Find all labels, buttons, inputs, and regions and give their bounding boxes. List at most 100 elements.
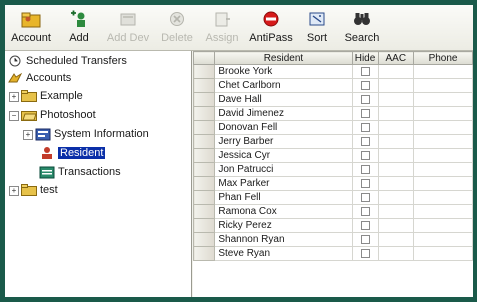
expand-system-information-toggle[interactable]: + <box>23 130 33 140</box>
aac-cell[interactable] <box>377 162 415 177</box>
table-row[interactable]: Jessica Cyr <box>193 148 473 163</box>
phone-cell[interactable] <box>413 120 473 135</box>
hide-checkbox[interactable] <box>360 192 370 202</box>
resident-cell[interactable]: Max Parker <box>214 176 353 191</box>
row-header[interactable] <box>193 232 216 247</box>
table-row[interactable]: Donovan Fell <box>193 120 473 135</box>
hide-checkbox[interactable] <box>360 80 370 90</box>
tree-item-transactions[interactable]: Transactions <box>39 164 121 180</box>
phone-cell[interactable] <box>413 134 473 149</box>
row-header[interactable] <box>193 176 216 191</box>
aac-cell[interactable] <box>377 78 415 93</box>
table-row[interactable]: Steve Ryan <box>193 246 473 261</box>
tree-item-resident[interactable]: Resident <box>39 145 106 161</box>
aac-cell[interactable] <box>377 246 415 261</box>
row-header[interactable] <box>193 64 216 79</box>
row-header[interactable] <box>193 120 216 135</box>
resident-cell[interactable]: Ramona Cox <box>214 204 353 219</box>
table-row[interactable]: Jon Patrucci <box>193 162 473 177</box>
table-row[interactable]: David Jimenez <box>193 106 473 121</box>
hide-cell[interactable] <box>351 246 379 261</box>
resident-cell[interactable]: David Jimenez <box>214 106 353 121</box>
hide-cell[interactable] <box>351 176 379 191</box>
hide-checkbox[interactable] <box>360 206 370 216</box>
table-row[interactable]: Dave Hall <box>193 92 473 107</box>
phone-cell[interactable] <box>413 246 473 261</box>
row-header[interactable] <box>193 218 216 233</box>
add-button[interactable]: Add <box>57 5 101 50</box>
hide-cell[interactable] <box>351 148 379 163</box>
hide-checkbox[interactable] <box>360 248 370 258</box>
phone-cell[interactable] <box>413 232 473 247</box>
antipass-button[interactable]: AntiPass <box>245 5 297 50</box>
hide-cell[interactable] <box>351 190 379 205</box>
assign-button[interactable]: Assign <box>199 5 245 50</box>
search-button[interactable]: Search <box>337 5 387 50</box>
aac-cell[interactable] <box>377 120 415 135</box>
hide-checkbox[interactable] <box>360 220 370 230</box>
hide-cell[interactable] <box>351 120 379 135</box>
delete-button[interactable]: Delete <box>155 5 199 50</box>
expand-test-toggle[interactable]: + <box>9 186 19 196</box>
hide-cell[interactable] <box>351 134 379 149</box>
hide-checkbox[interactable] <box>360 234 370 244</box>
phone-cell[interactable] <box>413 92 473 107</box>
table-row[interactable]: Brooke York <box>193 64 473 79</box>
phone-cell[interactable] <box>413 162 473 177</box>
resident-cell[interactable]: Donovan Fell <box>214 120 353 135</box>
hide-cell[interactable] <box>351 218 379 233</box>
collapse-photoshoot-toggle[interactable]: − <box>9 111 19 121</box>
hide-checkbox[interactable] <box>360 178 370 188</box>
hide-cell[interactable] <box>351 162 379 177</box>
aac-cell[interactable] <box>377 148 415 163</box>
row-header[interactable] <box>193 78 216 93</box>
row-header[interactable] <box>193 204 216 219</box>
tree-item-accounts[interactable]: Accounts <box>7 70 71 86</box>
table-row[interactable]: Ricky Perez <box>193 218 473 233</box>
aac-cell[interactable] <box>377 64 415 79</box>
resident-cell[interactable]: Jerry Barber <box>214 134 353 149</box>
tree-item-system-information[interactable]: System Information <box>35 126 149 142</box>
add-device-button[interactable]: Add Dev <box>101 5 155 50</box>
row-header[interactable] <box>193 134 216 149</box>
aac-cell[interactable] <box>377 232 415 247</box>
table-row[interactable]: Jerry Barber <box>193 134 473 149</box>
table-row[interactable]: Max Parker <box>193 176 473 191</box>
resident-cell[interactable]: Shannon Ryan <box>214 232 353 247</box>
tree-item-example[interactable]: Example <box>21 88 83 104</box>
hide-checkbox[interactable] <box>360 122 370 132</box>
hide-cell[interactable] <box>351 232 379 247</box>
row-header[interactable] <box>193 92 216 107</box>
phone-cell[interactable] <box>413 190 473 205</box>
tree-item-scheduled-transfers[interactable]: Scheduled Transfers <box>7 53 127 69</box>
resident-cell[interactable]: Jessica Cyr <box>214 148 353 163</box>
hide-cell[interactable] <box>351 78 379 93</box>
resident-cell[interactable]: Steve Ryan <box>214 246 353 261</box>
table-row[interactable]: Shannon Ryan <box>193 232 473 247</box>
sort-button[interactable]: Sort <box>297 5 337 50</box>
column-header-aac[interactable]: AAC <box>377 51 415 65</box>
row-header[interactable] <box>193 246 216 261</box>
phone-cell[interactable] <box>413 148 473 163</box>
phone-cell[interactable] <box>413 106 473 121</box>
table-row[interactable]: Phan Fell <box>193 190 473 205</box>
expand-example-toggle[interactable]: + <box>9 92 19 102</box>
aac-cell[interactable] <box>377 204 415 219</box>
resident-cell[interactable]: Brooke York <box>214 64 353 79</box>
resident-cell[interactable]: Ricky Perez <box>214 218 353 233</box>
table-row[interactable]: Ramona Cox <box>193 204 473 219</box>
hide-cell[interactable] <box>351 204 379 219</box>
hide-checkbox[interactable] <box>360 66 370 76</box>
column-header-hide[interactable]: Hide <box>351 51 379 65</box>
resident-cell[interactable]: Dave Hall <box>214 92 353 107</box>
account-button[interactable]: Account <box>5 5 57 50</box>
aac-cell[interactable] <box>377 218 415 233</box>
resident-cell[interactable]: Chet Carlborn <box>214 78 353 93</box>
row-header[interactable] <box>193 148 216 163</box>
aac-cell[interactable] <box>377 92 415 107</box>
aac-cell[interactable] <box>377 106 415 121</box>
aac-cell[interactable] <box>377 134 415 149</box>
phone-cell[interactable] <box>413 78 473 93</box>
phone-cell[interactable] <box>413 218 473 233</box>
row-header[interactable] <box>193 162 216 177</box>
